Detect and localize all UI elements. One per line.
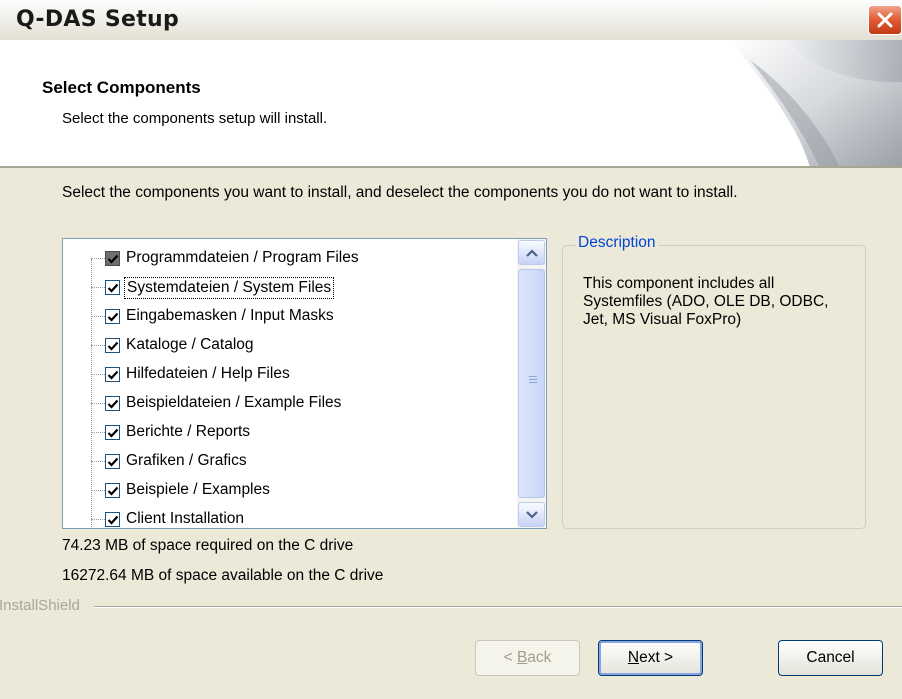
wizard-header: Select Components Select the components … <box>0 40 902 168</box>
chevron-up-icon <box>525 248 538 257</box>
checkbox-checked-icon[interactable] <box>105 280 120 295</box>
page-title: Select Components <box>42 78 201 97</box>
components-tree[interactable]: Programmdateien / Program Files Systemda… <box>62 238 547 529</box>
page-curl-graphic <box>730 40 902 166</box>
checkbox-checked-icon[interactable] <box>105 512 120 527</box>
component-label: Beispieldateien / Example Files <box>126 394 342 411</box>
checkmark-icon <box>107 457 119 467</box>
instructions-text: Select the components you want to instal… <box>62 184 738 201</box>
checkmark-icon <box>107 486 119 496</box>
cancel-button[interactable]: Cancel <box>778 640 883 676</box>
checkmark-icon <box>107 428 119 438</box>
checkbox-checked-icon[interactable] <box>105 483 120 498</box>
checkmark-icon <box>107 341 119 351</box>
close-x-icon <box>877 12 893 28</box>
component-label: Hilfedateien / Help Files <box>126 365 290 382</box>
title-bar: Q-DAS Setup <box>0 0 902 41</box>
scroll-up-button[interactable] <box>518 240 545 265</box>
checkmark-icon <box>107 399 119 409</box>
component-label: Eingabemasken / Input Masks <box>126 307 334 324</box>
component-label: Berichte / Reports <box>126 423 251 440</box>
back-button[interactable]: < Back <box>475 640 580 676</box>
component-label: Client Installation <box>126 510 245 527</box>
close-button[interactable] <box>868 5 902 35</box>
checkbox-checked-icon[interactable] <box>105 425 120 440</box>
checkmark-icon <box>107 254 119 264</box>
checkmark-icon <box>107 312 119 322</box>
checkbox-partial-icon[interactable] <box>105 251 120 266</box>
description-text: This component includes all Systemfiles … <box>583 275 829 328</box>
scroll-thumb[interactable] <box>518 269 545 498</box>
page-subtitle: Select the components setup will install… <box>62 110 328 127</box>
separator-line <box>94 606 902 608</box>
component-label: Systemdateien / System Files <box>124 277 335 299</box>
checkbox-checked-icon[interactable] <box>105 309 120 324</box>
window-title: Q-DAS Setup <box>16 7 180 32</box>
tree-connector <box>91 259 92 528</box>
scroll-down-button[interactable] <box>518 502 545 527</box>
component-label: Beispiele / Examples <box>126 481 270 498</box>
space-required-text: 74.23 MB of space required on the C driv… <box>62 537 354 554</box>
checkmark-icon <box>107 283 119 293</box>
checkmark-icon <box>107 370 119 380</box>
checkbox-checked-icon[interactable] <box>105 367 120 382</box>
checkmark-icon <box>107 515 119 525</box>
component-label: Kataloge / Catalog <box>126 336 254 353</box>
vertical-scrollbar[interactable] <box>517 239 546 528</box>
chevron-down-icon <box>525 510 538 519</box>
next-button[interactable]: Next > <box>598 640 703 676</box>
checkbox-checked-icon[interactable] <box>105 454 120 469</box>
space-available-text: 16272.64 MB of space available on the C … <box>62 567 384 584</box>
component-label: Programmdateien / Program Files <box>126 249 359 266</box>
description-legend: Description <box>576 234 658 252</box>
component-label: Grafiken / Grafics <box>126 452 247 469</box>
checkbox-checked-icon[interactable] <box>105 338 120 353</box>
installshield-brand: InstallShield <box>0 597 80 614</box>
checkbox-checked-icon[interactable] <box>105 396 120 411</box>
